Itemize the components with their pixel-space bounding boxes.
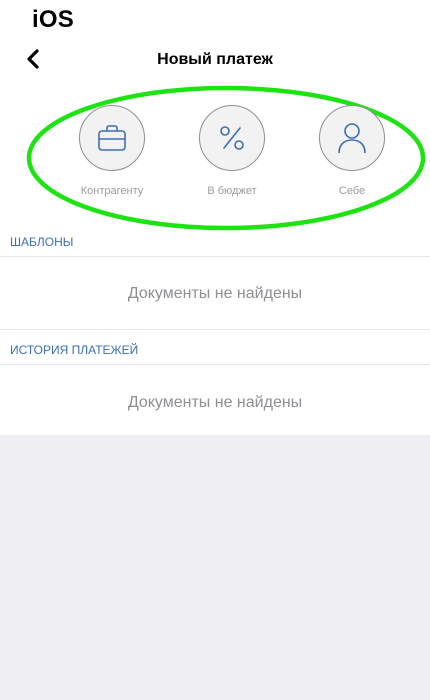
empty-background-area xyxy=(0,435,430,700)
pay-self-button[interactable]: Себе xyxy=(302,105,402,197)
page-title: Новый платеж xyxy=(157,51,273,68)
pay-self-label: Себе xyxy=(338,185,366,197)
history-header-label: ИСТОРИЯ ПЛАТЕЖЕЙ xyxy=(10,343,139,357)
history-section-header: ИСТОРИЯ ПЛАТЕЖЕЙ xyxy=(0,337,430,365)
quick-actions: Контрагенту В бюджет Себе xyxy=(26,85,426,231)
percent-icon xyxy=(220,126,244,150)
templates-empty-state: Документы не найдены xyxy=(0,257,430,330)
pay-budget-label: В бюджет xyxy=(207,185,257,197)
platform-label: iOS xyxy=(32,6,74,33)
templates-section-header: ШАБЛОНЫ xyxy=(0,229,430,257)
history-empty-state: Документы не найдены xyxy=(127,394,303,411)
templates-header-label: ШАБЛОНЫ xyxy=(10,235,74,249)
pay-counterparty-label: Контрагенту xyxy=(80,185,144,197)
person-icon xyxy=(338,123,366,154)
pay-counterparty-button[interactable]: Контрагенту xyxy=(62,105,162,197)
pay-budget-button[interactable]: В бюджет xyxy=(182,105,282,197)
briefcase-icon xyxy=(98,125,126,151)
